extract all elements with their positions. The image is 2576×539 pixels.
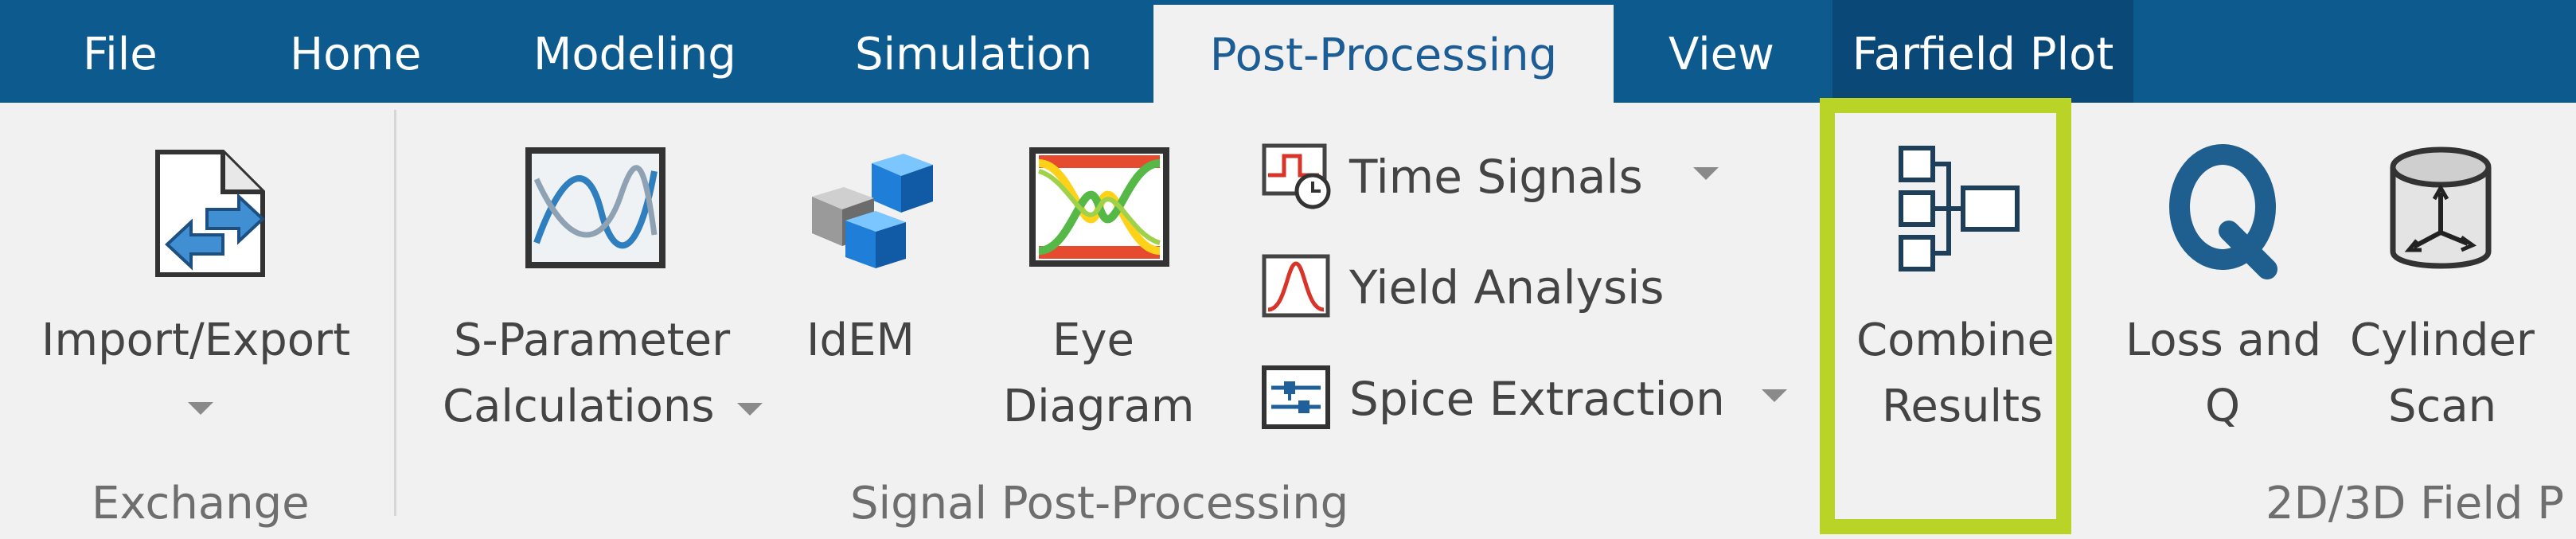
loss-and-q-label-line1: Loss and [2125,314,2321,366]
highlight-box [1820,98,2071,534]
tab-modeling[interactable]: Modeling [533,0,736,103]
yield-analysis-icon [1262,254,1330,318]
group-label-2d-3d-field: 2D/3D Field P [2266,478,2564,529]
tab-view[interactable]: View [1669,0,1774,103]
time-signals-label: Time Signals [1349,150,1643,204]
import-export-icon [155,150,265,277]
s-parameter-label-line2: Calculations [443,381,715,432]
spice-extraction-icon [1262,365,1330,429]
tab-farfield-plot[interactable]: Farfield Plot [1832,0,2133,103]
tab-post-processing[interactable]: Post-Processing [1153,5,1614,108]
ribbon-tab-bar: File Home Modeling Simulation Post-Proce… [0,0,2576,108]
cylinder-scan-label-line1: Cylinder [2350,314,2535,366]
import-export-dropdown-caret[interactable] [188,402,213,415]
spice-extraction-button[interactable]: Spice Extraction [1262,356,1803,443]
time-signals-dropdown-caret[interactable] [1693,167,1719,180]
loss-q-icon [2169,144,2277,279]
time-signals-icon [1262,143,1331,209]
import-export-label: Import/Export [41,314,351,366]
s-parameter-chart-icon [525,147,665,268]
yield-analysis-label: Yield Analysis [1349,260,1665,314]
eye-diagram-icon [1029,147,1169,267]
idem-label: IdEM [806,314,915,366]
eye-diagram-label-line1: Eye [1052,314,1134,366]
time-signals-button[interactable]: Time Signals [1262,134,1739,221]
cylinder-scan-label-line2: Scan [2388,381,2497,432]
cylinder-scan-icon [2390,146,2492,269]
idem-cubes-icon [812,154,933,268]
group-label-exchange: Exchange [92,478,310,529]
group-label-signal-post-processing: Signal Post-Processing [850,478,1349,529]
s-parameter-dropdown-caret[interactable] [737,403,763,416]
tab-file[interactable]: File [83,0,158,103]
spice-extraction-label: Spice Extraction [1349,372,1725,426]
s-parameter-label-line1: S-Parameter [454,314,731,366]
group-separator [394,110,396,516]
yield-analysis-button[interactable]: Yield Analysis [1262,244,1739,332]
loss-and-q-label-line2: Q [2205,381,2241,432]
tab-simulation[interactable]: Simulation [855,0,1092,103]
tab-home[interactable]: Home [290,0,421,103]
spice-extraction-dropdown-caret[interactable] [1762,389,1787,402]
eye-diagram-label-line2: Diagram [1003,381,1195,432]
